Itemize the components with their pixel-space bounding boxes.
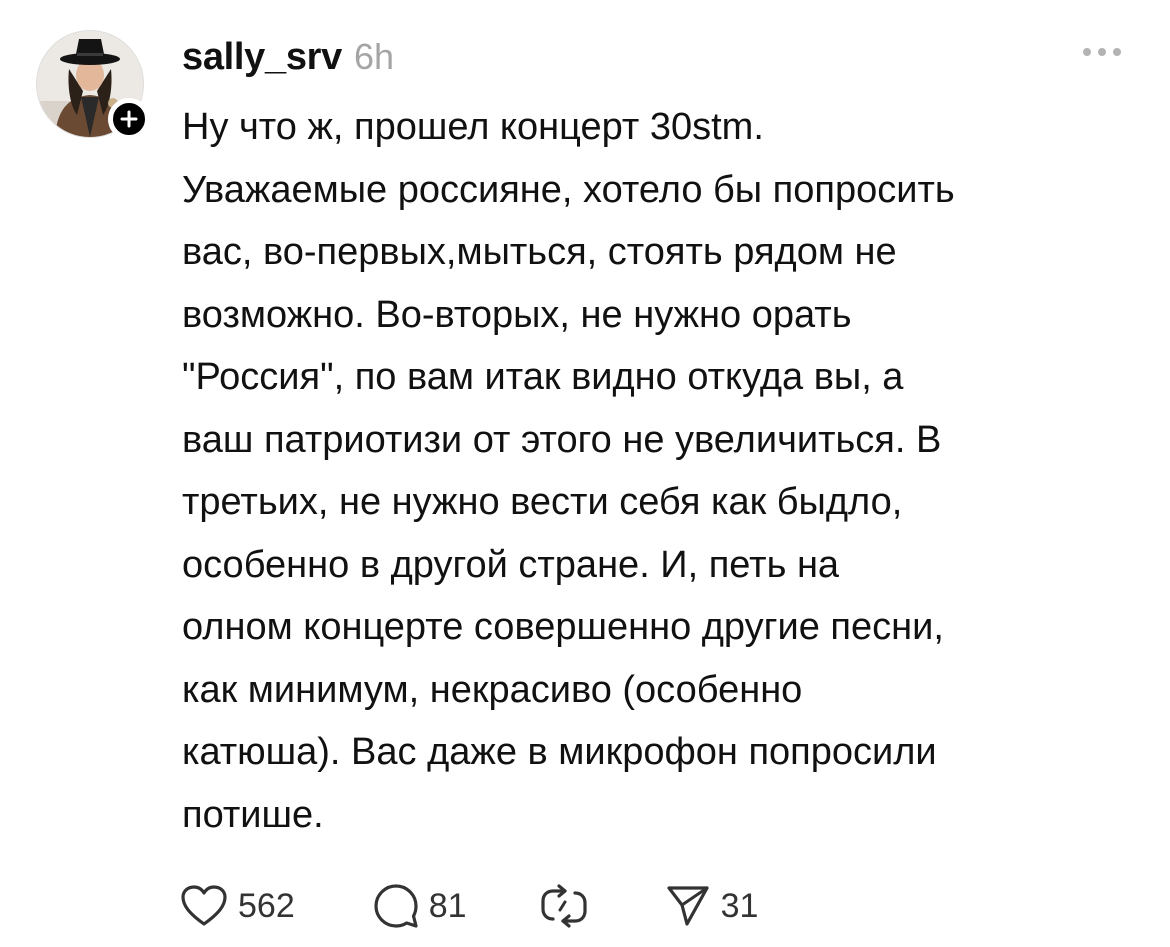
more-options-button[interactable] bbox=[1080, 40, 1124, 64]
avatar-container bbox=[36, 30, 150, 140]
repost-button[interactable] bbox=[539, 883, 589, 929]
send-icon bbox=[666, 886, 709, 926]
plus-icon bbox=[120, 110, 138, 128]
more-dots-icon bbox=[1083, 48, 1121, 56]
share-button[interactable]: 31 bbox=[665, 884, 759, 928]
comment-bubble-icon bbox=[374, 884, 418, 928]
username[interactable]: sally_srv bbox=[182, 36, 342, 79]
post-time: 6h bbox=[354, 36, 395, 77]
share-count: 31 bbox=[720, 886, 759, 925]
post-text: Ну что ж, прошел концерт 30stm. Уважаемы… bbox=[182, 106, 955, 836]
like-button[interactable]: 562 bbox=[180, 884, 295, 928]
comment-count: 81 bbox=[428, 886, 467, 925]
repost-icon bbox=[540, 884, 587, 928]
comment-button[interactable]: 81 bbox=[373, 883, 467, 929]
thread-post: sally_srv 6h Ну что ж, прошел концерт 30… bbox=[0, 0, 1170, 947]
action-bar: 562 81 31 bbox=[180, 878, 758, 934]
follow-button[interactable] bbox=[108, 98, 150, 140]
like-count: 562 bbox=[238, 886, 295, 925]
heart-icon bbox=[181, 885, 227, 926]
post-header: sally_srv 6h bbox=[182, 36, 394, 80]
